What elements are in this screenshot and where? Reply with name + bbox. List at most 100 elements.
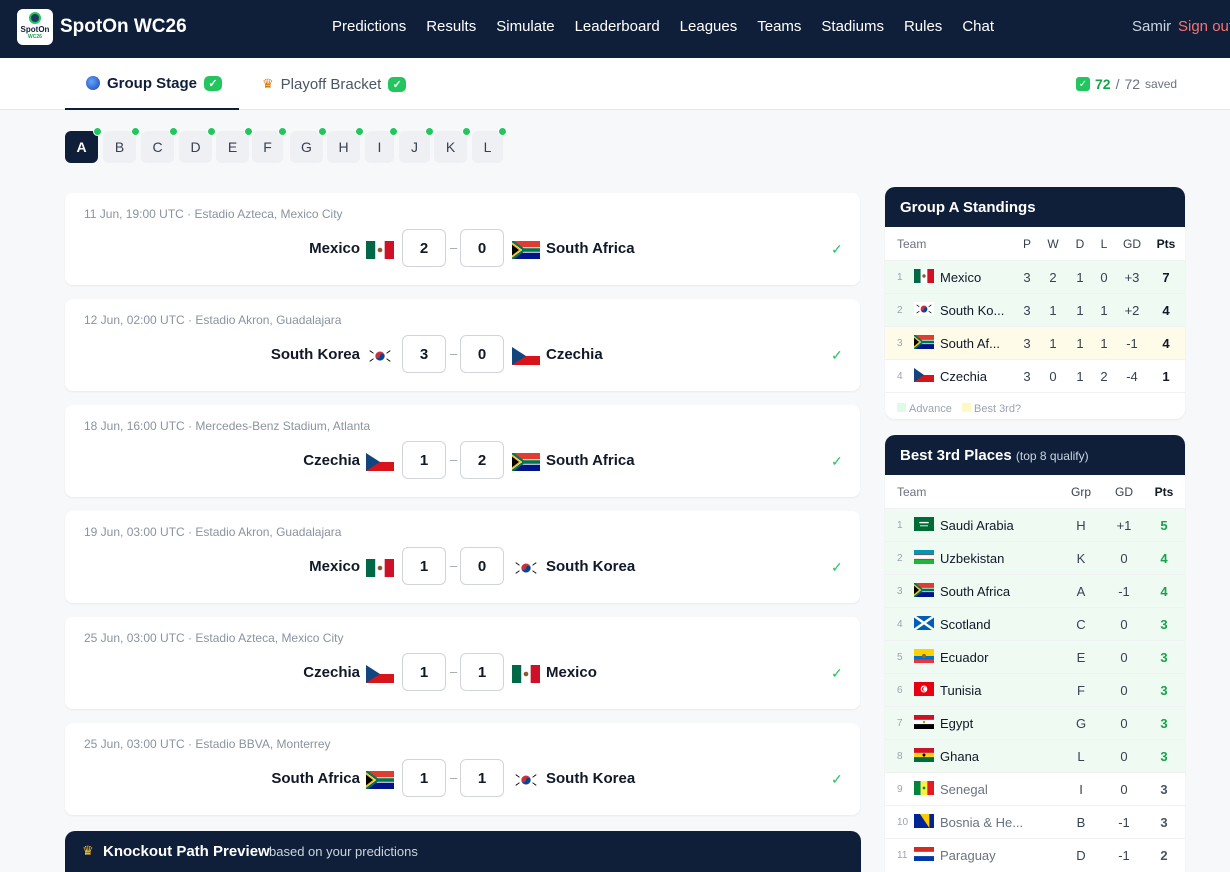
saved-check-icon: ✓ (831, 559, 843, 575)
team-name: Ecuador (940, 650, 989, 665)
group-tab-j[interactable]: J (399, 127, 434, 163)
away-score-input[interactable]: 0 (460, 547, 504, 585)
group: B (1076, 815, 1086, 830)
group-tab-h[interactable]: H (327, 127, 364, 163)
standings-row[interactable]: 4 Czechia 3 0 1 2 -4 1 (885, 359, 1185, 392)
saved-check-icon: ✓ (831, 665, 843, 681)
nav-simulate[interactable]: Simulate (486, 18, 564, 35)
nav-leagues[interactable]: Leagues (670, 18, 748, 35)
match-card: 19 Jun, 03:00 UTC · Estadio Akron, Guada… (65, 511, 860, 603)
best3-row[interactable]: 7 Egypt G 0 3 (885, 706, 1185, 739)
south-korea-flag-icon (914, 302, 934, 316)
group-tab-g[interactable]: G (290, 127, 327, 163)
best3-row[interactable]: 3 South Africa A -1 4 (885, 574, 1185, 607)
group-tab-b[interactable]: B (103, 127, 140, 163)
best3-row[interactable]: 1 Saudi Arabia H +1 5 (885, 508, 1185, 541)
standings-title: Group A Standings (885, 187, 1185, 227)
away-score-input[interactable]: 0 (460, 335, 504, 373)
home-score-input[interactable]: 1 (402, 547, 446, 585)
legend-advance: Advance (897, 403, 952, 415)
team-name: South Af... (940, 336, 1000, 351)
football-icon (29, 12, 41, 24)
group-tab-c[interactable]: C (141, 127, 178, 163)
group-tab-i[interactable]: I (365, 127, 398, 163)
goal-diff: -4 (1126, 369, 1138, 384)
best3-row[interactable]: 6 Tunisia F 0 3 (885, 673, 1185, 706)
best3-row[interactable]: 4 Scotland C 0 3 (885, 607, 1185, 640)
standings-row[interactable]: 1 Mexico 3 2 1 0 +3 7 (885, 260, 1185, 293)
away-team: Mexico (546, 664, 597, 681)
away-score-input[interactable]: 1 (460, 653, 504, 691)
best3-row[interactable]: 10 Bosnia & He... B -1 3 (885, 805, 1185, 838)
tunisia-flag-icon (914, 682, 934, 696)
nav-stadiums[interactable]: Stadiums (811, 18, 894, 35)
group-tab-k[interactable]: K (434, 127, 471, 163)
nav-results[interactable]: Results (416, 18, 486, 35)
away-score-input[interactable]: 1 (460, 759, 504, 797)
home-score-input[interactable]: 2 (402, 229, 446, 267)
nav-leaderboard[interactable]: Leaderboard (565, 18, 670, 35)
position: 1 (897, 520, 903, 531)
home-team: Mexico (309, 558, 360, 575)
saved-check-icon: ✓ (831, 347, 843, 363)
group-tab-l[interactable]: L (472, 127, 507, 163)
group: I (1079, 782, 1083, 797)
south-africa-flag-icon (512, 241, 540, 259)
tab-group-stage[interactable]: Group Stage ✓ (65, 58, 239, 110)
goal-diff: 0 (1120, 782, 1128, 797)
tab-label: Playoff Bracket (280, 75, 382, 93)
score-separator: – (450, 770, 458, 785)
col-grp: Grp (1071, 485, 1092, 499)
away-team: South Korea (546, 558, 636, 575)
spoton-logo[interactable]: SpotOn WC26 (17, 9, 53, 45)
team-name: Paraguay (940, 848, 996, 863)
best3-row[interactable]: 8 Ghana L 0 3 (885, 739, 1185, 772)
egypt-flag-icon (914, 715, 934, 729)
south-africa-flag-icon (366, 771, 394, 789)
goal-diff: -1 (1118, 815, 1130, 830)
home-score-input[interactable]: 1 (402, 441, 446, 479)
best3-swatch (962, 403, 971, 412)
nav-teams[interactable]: Teams (747, 18, 811, 35)
best-third-panel: Best 3rd Places (top 8 qualify) Team Grp… (885, 435, 1185, 872)
away-team: South Africa (546, 452, 635, 469)
score-separator: – (450, 240, 458, 255)
nav-rules[interactable]: Rules (894, 18, 952, 35)
nav-predictions[interactable]: Predictions (322, 18, 416, 35)
tab-playoff-bracket[interactable]: ♛ Playoff Bracket ✓ (262, 58, 407, 110)
group: H (1076, 518, 1086, 533)
position: 3 (897, 586, 903, 597)
group-letter: H (338, 139, 349, 155)
group-tab-e[interactable]: E (216, 127, 253, 163)
best3-row[interactable]: 11 Paraguay D -1 2 (885, 838, 1185, 871)
saved-total: 72 (1124, 76, 1141, 92)
points: 4 (1162, 336, 1170, 351)
knockout-preview-header[interactable]: ♛ Knockout Path Preview based on your pr… (65, 831, 861, 872)
away-score-input[interactable]: 2 (460, 441, 504, 479)
group-letter: K (445, 139, 456, 155)
best3-row[interactable]: 2 Uzbekistan K 0 4 (885, 541, 1185, 574)
home-score-input[interactable]: 1 (402, 759, 446, 797)
home-score-input[interactable]: 1 (402, 653, 446, 691)
col-p: P (1022, 237, 1031, 251)
group-tab-f[interactable]: F (252, 127, 287, 163)
czechia-flag-icon (512, 347, 540, 365)
group-tab-a[interactable]: A (65, 127, 102, 163)
knockout-title: Knockout Path Preview (103, 843, 270, 860)
sign-out-link[interactable]: Sign out (1178, 18, 1230, 35)
complete-dot-icon (498, 127, 507, 136)
check-icon: ✓ (388, 76, 407, 92)
standings-row[interactable]: 2 South Ko... 3 1 1 1 +2 4 (885, 293, 1185, 326)
standings-row[interactable]: 3 South Af... 3 1 1 1 -1 4 (885, 326, 1185, 359)
user-name[interactable]: Samir (1132, 18, 1171, 35)
best3-row[interactable]: 5 Ecuador E 0 3 (885, 640, 1185, 673)
played: 3 (1023, 270, 1031, 285)
position: 1 (897, 272, 903, 283)
brand-name[interactable]: SpotOn WC26 (60, 16, 187, 38)
best3-row[interactable]: 9 Senegal I 0 3 (885, 772, 1185, 805)
nav-chat[interactable]: Chat (952, 18, 1004, 35)
home-score-input[interactable]: 3 (402, 335, 446, 373)
saved-label: saved (1145, 77, 1178, 91)
away-score-input[interactable]: 0 (460, 229, 504, 267)
group-tab-d[interactable]: D (179, 127, 216, 163)
